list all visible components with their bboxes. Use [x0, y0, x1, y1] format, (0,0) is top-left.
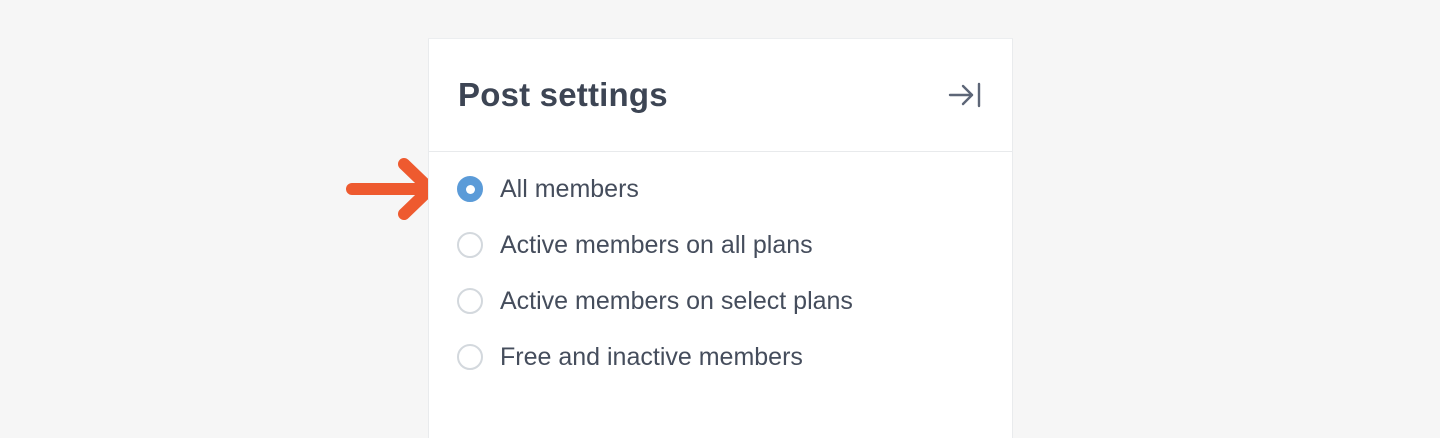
radio-button[interactable]	[457, 344, 483, 370]
radio-option-all-members[interactable]: All members	[457, 172, 853, 228]
radio-button-checked[interactable]	[457, 176, 483, 202]
radio-button[interactable]	[457, 232, 483, 258]
radio-option-active-all-plans[interactable]: Active members on all plans	[457, 228, 853, 284]
radio-label: Active members on all plans	[500, 231, 813, 259]
radio-option-active-select-plans[interactable]: Active members on select plans	[457, 284, 853, 340]
radio-label: Free and inactive members	[500, 343, 803, 371]
visibility-radio-group: All members Active members on all plans …	[457, 172, 853, 396]
collapse-right-icon	[948, 82, 981, 108]
panel-header: Post settings	[429, 39, 1012, 152]
collapse-panel-button[interactable]	[946, 79, 984, 111]
radio-label: Active members on select plans	[500, 287, 853, 315]
radio-label: All members	[500, 175, 639, 203]
post-settings-panel: Post settings All members Active members…	[428, 38, 1013, 438]
radio-option-free-inactive[interactable]: Free and inactive members	[457, 340, 853, 396]
page-title: Post settings	[458, 76, 668, 113]
radio-button[interactable]	[457, 288, 483, 314]
